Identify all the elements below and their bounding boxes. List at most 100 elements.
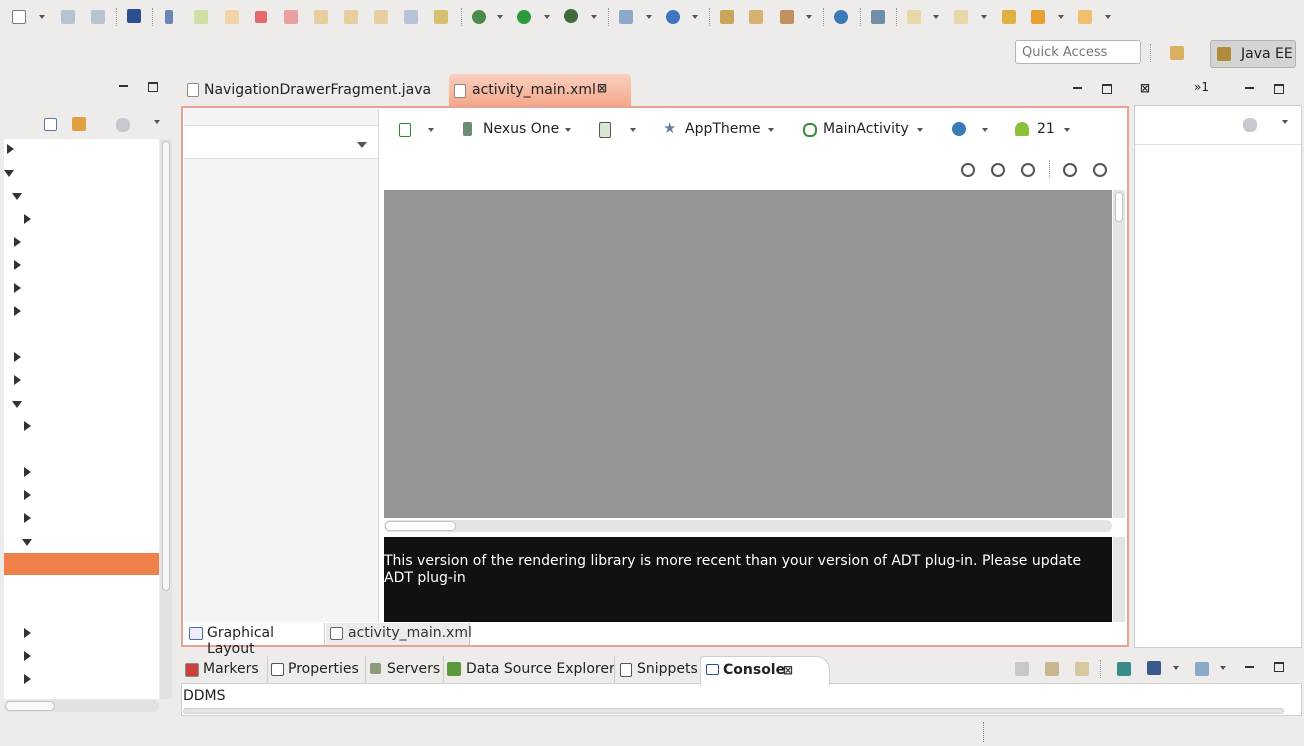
expand-icon[interactable]	[14, 306, 21, 316]
run-icon[interactable]	[517, 10, 531, 24]
minimize-icon[interactable]	[119, 85, 128, 87]
chevron-down-icon[interactable]	[768, 128, 774, 132]
close-icon[interactable]: ⊠	[597, 81, 607, 95]
expand-icon[interactable]	[24, 214, 31, 224]
chevron-down-icon[interactable]	[692, 15, 698, 19]
chevron-down-icon[interactable]	[933, 15, 939, 19]
collapse-icon[interactable]	[12, 193, 22, 200]
open-perspective-icon[interactable]	[1170, 46, 1184, 60]
activity-selector[interactable]: MainActivity	[823, 121, 909, 137]
expand-icon[interactable]	[14, 260, 21, 270]
device-selector[interactable]: Nexus One	[483, 121, 559, 137]
expand-icon[interactable]	[14, 283, 21, 293]
word-wrap-icon[interactable]	[1075, 662, 1089, 676]
maximize-icon[interactable]	[1274, 662, 1284, 672]
zoom-in-icon[interactable]	[1093, 163, 1107, 177]
chevron-down-icon[interactable]	[1173, 666, 1179, 670]
next-annotation-icon[interactable]	[907, 10, 921, 24]
chevron-down-icon[interactable]	[1220, 666, 1226, 670]
chevron-down-icon[interactable]	[565, 128, 571, 132]
palette-header[interactable]	[184, 125, 378, 159]
save-icon[interactable]	[61, 10, 75, 24]
maximize-icon[interactable]	[1102, 84, 1112, 94]
focus-icon[interactable]	[116, 118, 130, 132]
api-level-selector[interactable]: 21	[1037, 121, 1055, 137]
zoom-out-icon[interactable]	[1063, 163, 1077, 177]
chevron-down-icon[interactable]	[646, 15, 652, 19]
suspend-icon[interactable]	[225, 10, 239, 24]
zoom-real-size-icon[interactable]	[991, 163, 1005, 177]
collapse-all-icon[interactable]	[44, 118, 57, 131]
save-all-icon[interactable]	[91, 10, 105, 24]
chevron-down-icon[interactable]	[917, 128, 923, 132]
expand-icon[interactable]	[24, 467, 31, 477]
selected-tree-item[interactable]	[4, 553, 159, 575]
forward-icon[interactable]	[1078, 10, 1092, 24]
minimize-icon[interactable]	[1245, 666, 1254, 668]
new-android-icon[interactable]	[619, 10, 633, 24]
search-icon[interactable]	[780, 10, 794, 24]
new-icon[interactable]	[12, 10, 26, 24]
bottom-tab-data-source-explorer[interactable]: Data Source Explorer	[443, 656, 615, 683]
perspective-java-ee[interactable]: Java EE	[1210, 40, 1296, 68]
tree-vertical-scrollbar[interactable]	[160, 139, 172, 699]
minimize-icon[interactable]	[1073, 87, 1082, 89]
last-edit-icon[interactable]	[1002, 10, 1016, 24]
expand-icon[interactable]	[14, 237, 21, 247]
collapse-icon[interactable]	[22, 539, 32, 546]
debug-icon[interactable]	[472, 10, 486, 24]
expand-icon[interactable]	[14, 352, 21, 362]
config-file-icon[interactable]	[399, 123, 411, 137]
tab-graphical-layout[interactable]: Graphical Layout	[185, 623, 325, 657]
collapse-icon[interactable]	[12, 401, 22, 408]
focus-icon[interactable]	[1243, 118, 1257, 132]
view-menu-icon[interactable]	[1282, 120, 1288, 124]
new-class-icon[interactable]	[666, 10, 680, 24]
drop-frame-icon[interactable]	[404, 10, 418, 24]
close-icon[interactable]: ⊠	[783, 657, 793, 684]
run-last-icon[interactable]	[871, 10, 885, 24]
chevron-down-icon[interactable]	[591, 15, 597, 19]
chevron-down-icon[interactable]	[981, 15, 987, 19]
open-task-icon[interactable]	[749, 10, 763, 24]
step-over-icon[interactable]	[344, 10, 358, 24]
palette-menu-icon[interactable]	[357, 142, 367, 148]
chevron-down-icon[interactable]	[630, 128, 636, 132]
expand-icon[interactable]	[24, 490, 31, 500]
pin-console-icon[interactable]	[1117, 662, 1131, 676]
use-step-filters-icon[interactable]	[434, 10, 448, 24]
step-into-icon[interactable]	[314, 10, 328, 24]
chevron-down-icon[interactable]	[1105, 15, 1111, 19]
tab-xml-source[interactable]: activity_main.xml	[326, 623, 472, 645]
zoom-fit-icon[interactable]	[961, 163, 975, 177]
prev-annotation-icon[interactable]	[954, 10, 968, 24]
chevron-down-icon[interactable]	[428, 128, 434, 132]
quick-access-input[interactable]	[1015, 40, 1141, 64]
disconnect-icon[interactable]	[284, 10, 298, 24]
chevron-down-icon[interactable]	[1064, 128, 1070, 132]
orientation-icon[interactable]	[599, 122, 611, 138]
overflow-tabs[interactable]: »1	[1194, 80, 1209, 94]
layout-canvas[interactable]	[384, 190, 1112, 518]
new-console-icon[interactable]	[1195, 662, 1209, 676]
stop-icon[interactable]	[255, 11, 267, 23]
maximize-icon[interactable]	[148, 82, 158, 92]
back-icon[interactable]	[1031, 10, 1045, 24]
step-return-icon[interactable]	[374, 10, 388, 24]
chevron-down-icon[interactable]	[1058, 15, 1064, 19]
editor-tab-activity-main[interactable]: activity_main.xml ⊠	[449, 74, 631, 106]
globe-icon[interactable]	[834, 10, 848, 24]
expand-icon[interactable]	[24, 421, 31, 431]
view-menu-icon[interactable]	[154, 120, 160, 124]
external-tools-icon[interactable]	[564, 9, 578, 23]
locale-globe-icon[interactable]	[952, 122, 966, 136]
chevron-down-icon[interactable]	[982, 128, 988, 132]
zoom-actual-icon[interactable]	[1021, 163, 1035, 177]
close-icon[interactable]: ⊠	[1140, 81, 1150, 95]
tree-horizontal-scrollbar[interactable]	[4, 700, 159, 712]
canvas-horizontal-scrollbar[interactable]	[384, 520, 1112, 532]
chevron-down-icon[interactable]	[806, 15, 812, 19]
theme-selector[interactable]: AppTheme	[685, 121, 761, 137]
link-with-editor-icon[interactable]	[72, 117, 86, 131]
expand-icon[interactable]	[24, 674, 31, 684]
